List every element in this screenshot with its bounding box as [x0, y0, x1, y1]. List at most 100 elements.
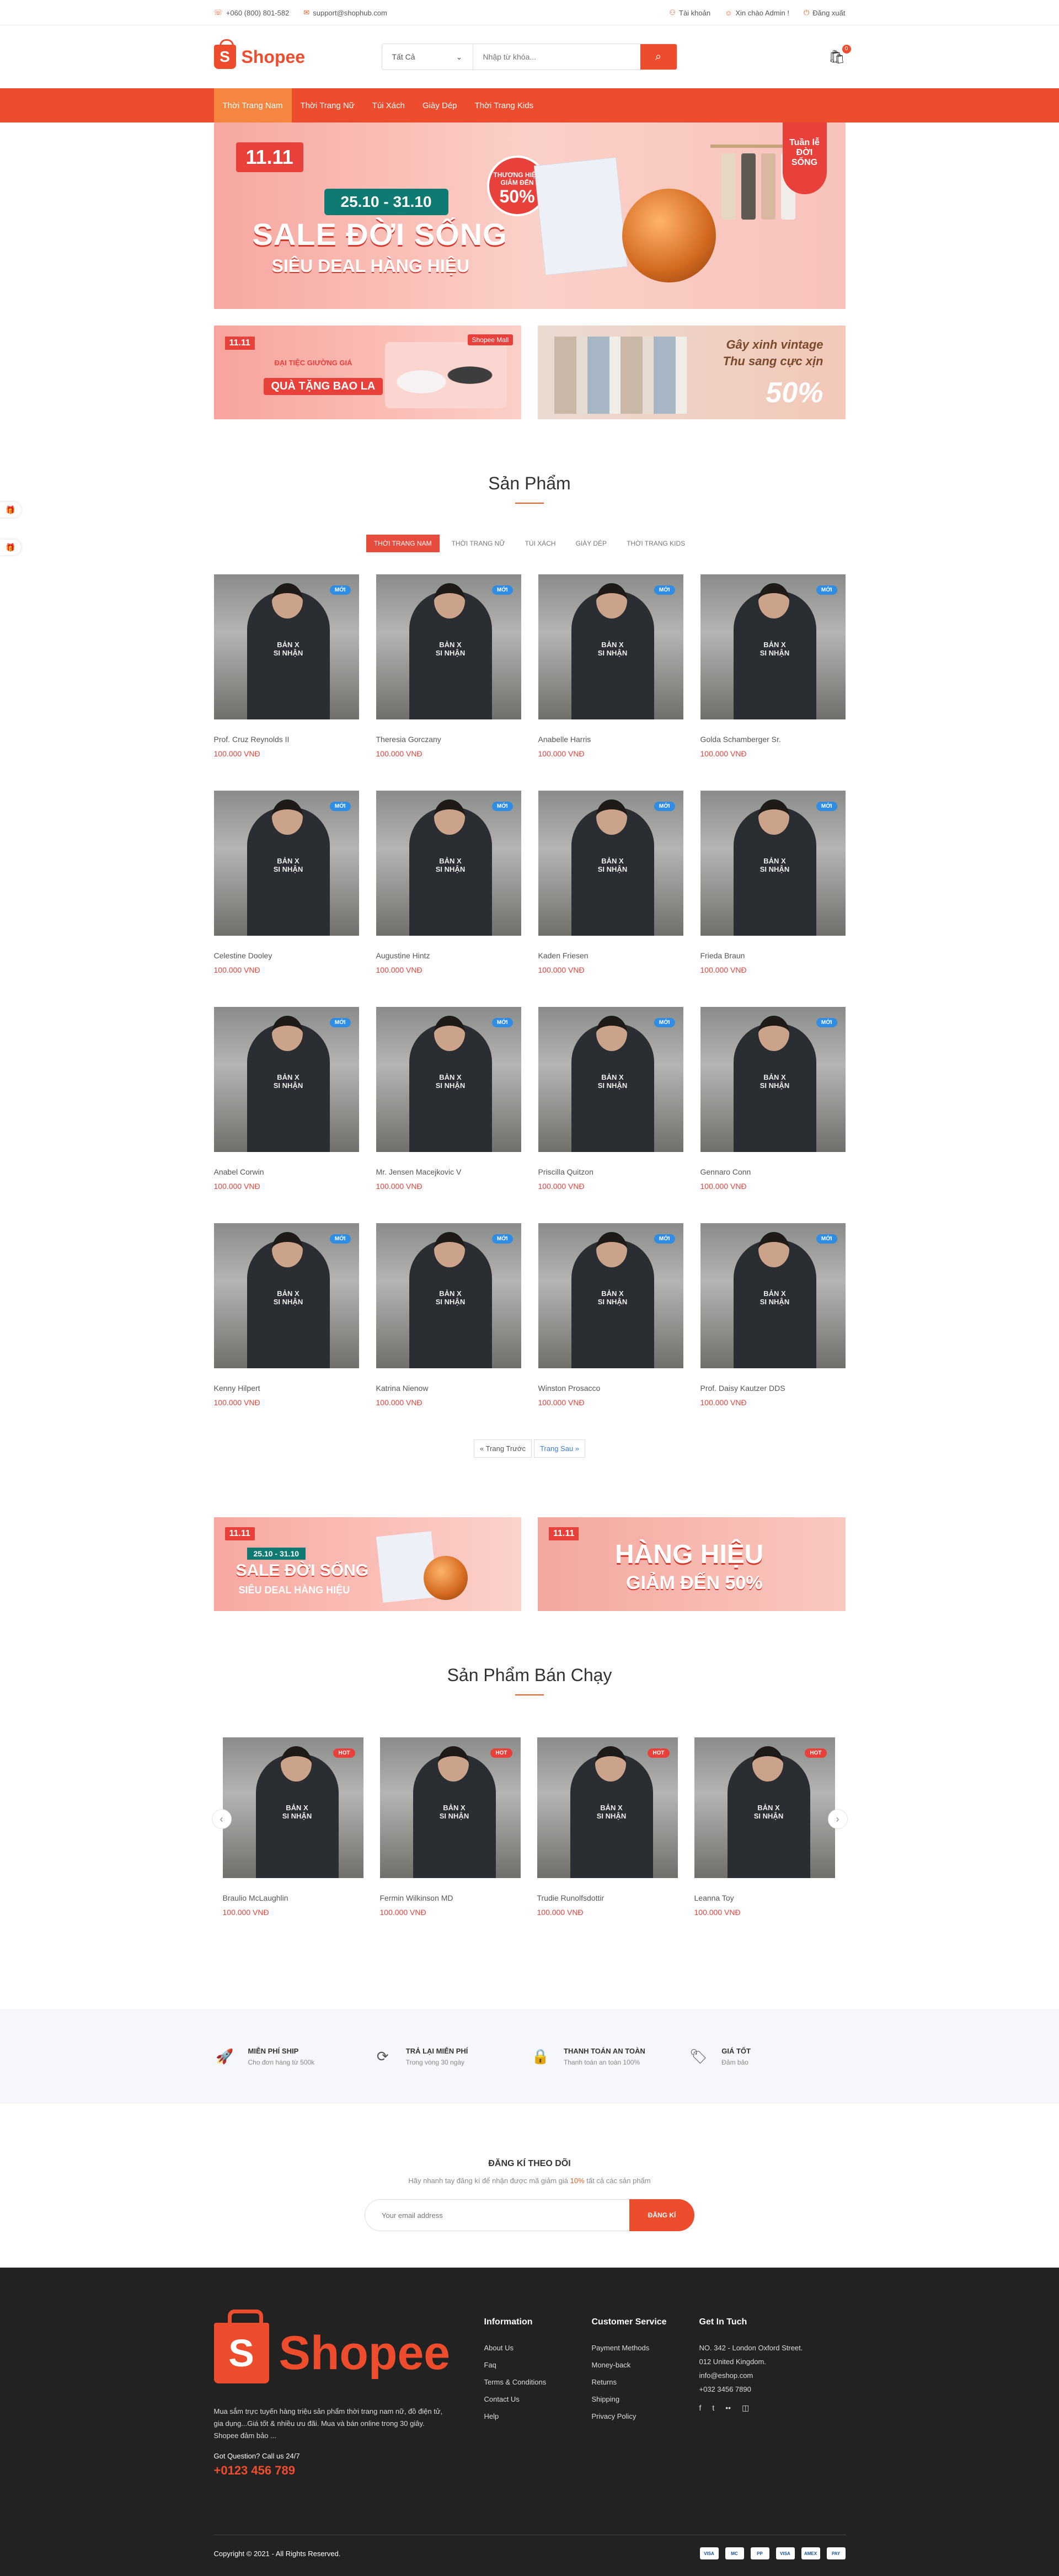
carousel-next-button[interactable]: ›: [827, 1809, 848, 1829]
tab-bags[interactable]: Túi xách: [517, 535, 564, 552]
account-link[interactable]: ⚇ Tài khoản: [669, 8, 710, 17]
product-card[interactable]: BẢN X SI NHẬN MỚI Kenny Hilpert 100.000 VNĐ: [213, 1223, 359, 1439]
best-product-card[interactable]: BẢN X SI NHẬN HOT Fermin Wilkinson MD 100.00…: [379, 1737, 521, 1954]
product-name[interactable]: Fermin Wilkinson MD: [380, 1894, 521, 1902]
nav-item-men[interactable]: Thời Trang Nam: [213, 88, 292, 122]
category-select[interactable]: Tất Cả ⌄: [382, 44, 473, 70]
next-page-button[interactable]: Trang Sau »: [533, 1439, 586, 1458]
product-card[interactable]: BẢN X SI NHẬN MỚI Frieda Braun 100.000 VNĐ: [700, 791, 846, 1007]
nav-item-women[interactable]: Thời Trang Nữ: [292, 88, 363, 122]
product-name[interactable]: Priscilla Quitzon: [538, 1167, 683, 1176]
product-image[interactable]: BẢN X SI NHẬN HOT: [379, 1737, 521, 1878]
product-name[interactable]: Mr. Jensen Macejkovic V: [376, 1167, 521, 1176]
instagram-icon[interactable]: ◫: [742, 2403, 749, 2413]
product-card[interactable]: BẢN X SI NHẬN MỚI Augustine Hintz 100.000 VN…: [376, 791, 521, 1007]
side-promo-tab[interactable]: 🎁: [0, 540, 21, 555]
product-card[interactable]: BẢN X SI NHẬN MỚI Kaden Friesen 100.000 VNĐ: [538, 791, 683, 1007]
footer-link[interactable]: Faq: [484, 2361, 592, 2369]
carousel-prev-button[interactable]: ‹: [211, 1809, 232, 1829]
subscribe-button[interactable]: ĐĂNG KÍ: [629, 2199, 694, 2231]
product-image[interactable]: BẢN X SI NHẬN MỚI: [538, 574, 683, 719]
footer-link[interactable]: About Us: [484, 2344, 592, 2352]
product-image[interactable]: BẢN X SI NHẬN MỚI: [700, 1007, 846, 1152]
footer-link[interactable]: Privacy Policy: [592, 2412, 699, 2420]
product-image[interactable]: BẢN X SI NHẬN MỚI: [213, 791, 359, 936]
tab-shoes[interactable]: Giày dép: [568, 535, 614, 552]
product-card[interactable]: BẢN X SI NHẬN MỚI Winston Prosacco 100.000 V…: [538, 1223, 683, 1439]
product-name[interactable]: Frieda Braun: [700, 951, 846, 960]
product-image[interactable]: BẢN X SI NHẬN MỚI: [700, 791, 846, 936]
footer-link[interactable]: Contact Us: [484, 2395, 592, 2403]
product-image[interactable]: BẢN X SI NHẬN HOT: [537, 1737, 678, 1878]
facebook-icon[interactable]: f: [699, 2403, 702, 2413]
product-name[interactable]: Celestine Dooley: [214, 951, 359, 960]
product-name[interactable]: Golda Schamberger Sr.: [700, 735, 846, 744]
product-image[interactable]: BẢN X SI NHẬN MỚI: [376, 574, 521, 719]
nav-item-bags[interactable]: Túi Xách: [363, 88, 414, 122]
product-card[interactable]: BẢN X SI NHẬN MỚI Priscilla Quitzon 100.000 …: [538, 1007, 683, 1223]
product-image[interactable]: BẢN X SI NHẬN MỚI: [213, 574, 359, 719]
footer-link[interactable]: Shipping: [592, 2395, 699, 2403]
email-contact[interactable]: ✉ support@shophub.com: [303, 8, 387, 17]
product-card[interactable]: BẢN X SI NHẬN MỚI Anabel Corwin 100.000 VNĐ: [213, 1007, 359, 1223]
product-name[interactable]: Theresia Gorczany: [376, 735, 521, 744]
prev-page-button[interactable]: « Trang Trước: [473, 1439, 532, 1458]
product-card[interactable]: BẢN X SI NHẬN MỚI Anabelle Harris 100.000 VN…: [538, 574, 683, 791]
product-name[interactable]: Kenny Hilpert: [214, 1384, 359, 1393]
product-image[interactable]: BẢN X SI NHẬN MỚI: [213, 1007, 359, 1152]
site-logo[interactable]: S Shopee: [213, 39, 382, 69]
greeting-link[interactable]: ☺ Xin chào Admin !: [725, 9, 789, 17]
footer-link[interactable]: Payment Methods: [592, 2344, 699, 2352]
product-name[interactable]: Prof. Daisy Kautzer DDS: [700, 1384, 846, 1393]
product-name[interactable]: Trudie Runolfsdottir: [537, 1894, 678, 1902]
flickr-icon[interactable]: ••: [725, 2403, 731, 2413]
product-image[interactable]: BẢN X SI NHẬN MỚI: [213, 1223, 359, 1368]
footer-link[interactable]: Returns: [592, 2378, 699, 2386]
promo-banner-sale[interactable]: 11.11 25.10 - 31.10 SALE ĐỜI SỐNG SIÊU D…: [213, 1517, 521, 1611]
search-button[interactable]: ⌕: [640, 44, 677, 70]
product-image[interactable]: BẢN X SI NHẬN MỚI: [538, 791, 683, 936]
logout-link[interactable]: ⏻ Đăng xuất: [804, 8, 846, 17]
tab-kids[interactable]: Thời trang kids: [619, 535, 693, 552]
nav-item-shoes[interactable]: Giày Dép: [414, 88, 466, 122]
product-card[interactable]: BẢN X SI NHẬN MỚI Celestine Dooley 100.000 V…: [213, 791, 359, 1007]
product-name[interactable]: Leanna Toy: [694, 1894, 835, 1902]
twitter-icon[interactable]: t: [712, 2403, 714, 2413]
footer-logo[interactable]: S Shopee: [213, 2310, 484, 2383]
side-promo-tab[interactable]: 🎁: [0, 502, 21, 518]
search-input[interactable]: [473, 44, 640, 70]
promo-banner-vintage[interactable]: Gây xinh vintage Thu sang cực xịn 50%: [538, 326, 846, 419]
promo-banner-brands[interactable]: 11.11 HÀNG HIỆU GIẢM ĐẾN 50%: [538, 1517, 846, 1611]
product-name[interactable]: Kaden Friesen: [538, 951, 683, 960]
product-name[interactable]: Winston Prosacco: [538, 1384, 683, 1393]
product-image[interactable]: BẢN X SI NHẬN HOT: [694, 1737, 835, 1878]
product-name[interactable]: Katrina Nienow: [376, 1384, 521, 1393]
product-name[interactable]: Prof. Cruz Reynolds II: [214, 735, 359, 744]
product-card[interactable]: BẢN X SI NHẬN MỚI Prof. Cruz Reynolds II 100…: [213, 574, 359, 791]
best-product-card[interactable]: BẢN X SI NHẬN HOT Braulio McLaughlin 100.000…: [222, 1737, 363, 1954]
product-image[interactable]: BẢN X SI NHẬN MỚI: [376, 1223, 521, 1368]
footer-link[interactable]: Terms & Conditions: [484, 2378, 592, 2386]
product-card[interactable]: BẢN X SI NHẬN MỚI Mr. Jensen Macejkovic V 10…: [376, 1007, 521, 1223]
best-product-card[interactable]: BẢN X SI NHẬN HOT Leanna Toy 100.000 VNĐ: [694, 1737, 835, 1954]
tab-women[interactable]: Thời trang nữ: [444, 535, 513, 552]
footer-phone[interactable]: +0123 456 789: [214, 2463, 484, 2478]
product-card[interactable]: BẢN X SI NHẬN MỚI Golda Schamberger Sr. 100.…: [700, 574, 846, 791]
product-image[interactable]: BẢN X SI NHẬN MỚI: [538, 1223, 683, 1368]
product-image[interactable]: BẢN X SI NHẬN HOT: [222, 1737, 363, 1878]
product-card[interactable]: BẢN X SI NHẬN MỚI Katrina Nienow 100.000 VNĐ: [376, 1223, 521, 1439]
hero-banner[interactable]: 11.11 25.10 - 31.10 SALE ĐỜI SỐNG SIÊU D…: [213, 122, 846, 309]
product-name[interactable]: Braulio McLaughlin: [223, 1894, 363, 1902]
product-card[interactable]: BẢN X SI NHẬN MỚI Prof. Daisy Kautzer DDS 10…: [700, 1223, 846, 1439]
promo-banner-gifts[interactable]: 11.11 ĐẠI TIỆC GIƯỜNG GIÁ QUÀ TẶNG BAO L…: [213, 326, 521, 419]
newsletter-email-input[interactable]: [365, 2199, 629, 2231]
nav-item-kids[interactable]: Thời Trang Kids: [466, 88, 543, 122]
best-product-card[interactable]: BẢN X SI NHẬN HOT Trudie Runolfsdottir 100.0…: [537, 1737, 678, 1954]
product-image[interactable]: BẢN X SI NHẬN MỚI: [376, 1007, 521, 1152]
product-name[interactable]: Anabel Corwin: [214, 1167, 359, 1176]
product-image[interactable]: BẢN X SI NHẬN MỚI: [538, 1007, 683, 1152]
product-image[interactable]: BẢN X SI NHẬN MỚI: [376, 791, 521, 936]
product-name[interactable]: Anabelle Harris: [538, 735, 683, 744]
product-card[interactable]: BẢN X SI NHẬN MỚI Gennaro Conn 100.000 VNĐ: [700, 1007, 846, 1223]
footer-link[interactable]: Money-back: [592, 2361, 699, 2369]
